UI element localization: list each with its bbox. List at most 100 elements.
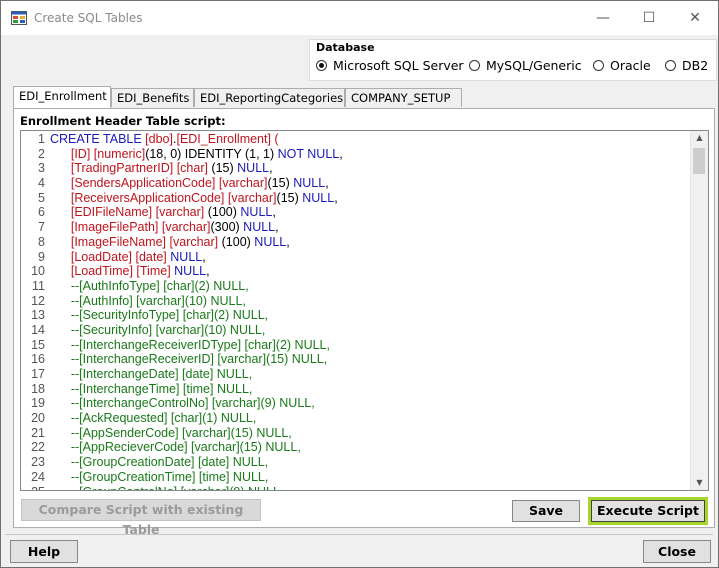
scroll-up-icon[interactable]: ▲	[691, 131, 708, 145]
line-number: 3	[38, 161, 45, 176]
radio-db2[interactable]: DB2	[665, 58, 708, 73]
vertical-scrollbar[interactable]: ▲ ▼	[690, 131, 708, 490]
code-token: [varchar]	[161, 220, 211, 235]
sql-script-editor[interactable]: 1 CREATE TABLE [dbo].[EDI_Enrollment] (2 …	[20, 130, 709, 491]
code-line: 17 --[InterchangeDate] [date] NULL,	[21, 367, 691, 382]
code-token: [varchar]	[218, 176, 268, 191]
title-bar: Create SQL Tables — ☐ ✕	[1, 1, 718, 35]
code-token: --[SecurityInfoType] [char](2) NULL,	[70, 308, 269, 323]
database-group: Database Microsoft SQL Server MySQL/Gene…	[309, 39, 717, 81]
radio-mssql[interactable]: Microsoft SQL Server	[316, 58, 464, 73]
line-number: 2	[38, 146, 45, 161]
close-button[interactable]: Close	[643, 540, 711, 563]
radio-mysql[interactable]: MySQL/Generic	[469, 58, 582, 73]
compare-script-button[interactable]: Compare Script with existing Table	[21, 499, 261, 537]
line-number: 18	[31, 381, 45, 396]
code-line: 5 [ReceiversApplicationCode] [varchar](1…	[21, 191, 691, 206]
window-title: Create SQL Tables	[34, 11, 143, 25]
code-token: [varchar]	[155, 205, 205, 220]
code-line: 19 --[InterchangeControlNo] [varchar](9)…	[21, 396, 691, 411]
script-label: Enrollment Header Table script:	[20, 114, 226, 128]
code-line: 2 [ID] [numeric](18, 0) IDENTITY (1, 1) …	[21, 147, 691, 162]
code-line: 10 [LoadTime] [Time] NULL,	[21, 264, 691, 279]
line-number: 17	[31, 367, 45, 381]
tab-edi-benefits[interactable]: EDI_Benefits	[111, 88, 194, 107]
code-token: [EDI_Enrollment]	[176, 132, 271, 146]
code-token: (15)	[276, 190, 303, 205]
radio-dot-icon	[593, 60, 604, 71]
maximize-button[interactable]: ☐	[626, 1, 672, 35]
minimize-button[interactable]: —	[580, 1, 626, 35]
code-token: --[InterchangeReceiverID] [varchar](15) …	[70, 352, 328, 367]
code-line: 3 [TradingPartnerID] [char] (15) NULL,	[21, 161, 691, 176]
code-line: 21 --[AppSenderCode] [varchar](15) NULL,	[21, 426, 691, 441]
line-number: 20	[31, 411, 45, 426]
scroll-down-icon[interactable]: ▼	[691, 476, 708, 490]
tab-label: COMPANY_SETUP	[351, 91, 451, 105]
code-token: [ReceiversApplicationCode]	[70, 190, 225, 205]
line-number: 23	[31, 455, 45, 470]
code-token: NOT NULL	[277, 146, 340, 161]
line-number: 4	[38, 176, 45, 191]
line-number: 21	[31, 425, 45, 440]
line-number: 24	[31, 469, 45, 484]
code-token: NULL	[237, 161, 270, 176]
code-line: 11 --[AuthInfoType] [char](2) NULL,	[21, 279, 691, 294]
line-number: 9	[38, 249, 45, 264]
help-button[interactable]: Help	[10, 540, 78, 563]
line-number: 10	[31, 264, 45, 279]
code-token: --[AuthInfoType] [char](2) NULL,	[70, 278, 249, 293]
app-icon	[11, 11, 27, 25]
code-line: 15 --[InterchangeReceiverIDType] [char](…	[21, 338, 691, 353]
radio-dot-icon	[469, 60, 480, 71]
execute-script-button[interactable]: Execute Script	[588, 497, 708, 525]
radio-dot-icon	[316, 60, 327, 71]
line-number: 16	[31, 352, 45, 367]
code-token: ,	[286, 234, 290, 249]
code-token: --[InterchangeControlNo] [varchar](9) NU…	[70, 396, 315, 411]
database-group-label: Database	[316, 41, 375, 54]
code-token: (	[270, 132, 279, 146]
scroll-thumb[interactable]	[693, 148, 705, 174]
close-window-button[interactable]: ✕	[672, 1, 718, 35]
line-number: 15	[31, 337, 45, 352]
line-number: 1	[38, 132, 45, 146]
code-token: NULL	[243, 220, 276, 235]
code-line: 1 CREATE TABLE [dbo].[EDI_Enrollment] (	[21, 132, 691, 147]
line-number: 8	[38, 234, 45, 249]
radio-oracle[interactable]: Oracle	[593, 58, 651, 73]
tab-label: EDI_Enrollment	[19, 89, 107, 103]
code-token: [date]	[135, 249, 167, 264]
line-number: 7	[38, 220, 45, 235]
line-number: 11	[32, 278, 45, 293]
code-token: ,	[334, 190, 338, 205]
code-area[interactable]: 1 CREATE TABLE [dbo].[EDI_Enrollment] (2 …	[21, 132, 691, 491]
tab-edi-enrollment[interactable]: EDI_Enrollment	[13, 86, 111, 108]
save-button[interactable]: Save	[512, 500, 580, 522]
code-line: 16 --[InterchangeReceiverID] [varchar](1…	[21, 352, 691, 367]
code-token: NULL	[170, 249, 203, 264]
minimize-icon: —	[596, 10, 610, 26]
code-line: 24 --[GroupCreationTime] [time] NULL,	[21, 470, 691, 485]
code-token: (15)	[267, 176, 294, 191]
code-token: NULL	[174, 264, 207, 279]
footer-divider	[5, 534, 713, 535]
code-token: ,	[272, 205, 276, 220]
tab-company-setup[interactable]: COMPANY_SETUP	[345, 88, 462, 107]
code-line: 23 --[GroupCreationDate] [date] NULL,	[21, 455, 691, 470]
code-token: [TradingPartnerID]	[70, 161, 174, 176]
tab-edi-reporting-categories[interactable]: EDI_ReportingCategories	[194, 88, 345, 107]
code-token: --[GroupCreationTime] [time] NULL,	[70, 469, 269, 484]
